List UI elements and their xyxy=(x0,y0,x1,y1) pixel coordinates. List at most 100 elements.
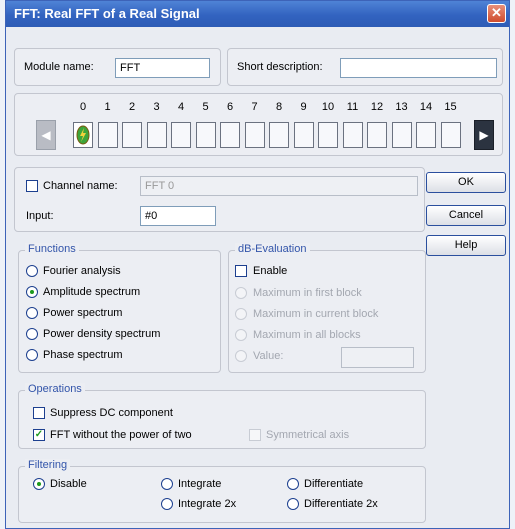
filter-integrate-label: Integrate xyxy=(178,478,222,490)
channel-slot[interactable] xyxy=(220,122,240,148)
channel-number: 12 xyxy=(370,101,384,113)
channel-number: 8 xyxy=(275,101,283,113)
db-option-label: Maximum in all blocks xyxy=(253,329,361,341)
input-field[interactable]: #0 xyxy=(140,206,216,226)
function-label: Power density spectrum xyxy=(43,328,161,340)
channel-slot[interactable] xyxy=(416,122,436,148)
short-description-input[interactable] xyxy=(340,58,497,78)
channel-name-checkbox[interactable] xyxy=(26,180,38,192)
channel-number: 5 xyxy=(202,101,209,113)
arrow-right-icon: ▶ xyxy=(479,128,489,142)
filter-differentiate-label: Differentiate xyxy=(304,478,364,490)
channel-number: 0 xyxy=(79,101,87,113)
channel-number: 11 xyxy=(346,101,359,113)
scroll-left-button[interactable]: ◀ xyxy=(36,120,56,150)
function-label: Power spectrum xyxy=(43,307,123,319)
channel-number: 10 xyxy=(321,101,335,113)
function-radio[interactable] xyxy=(26,328,38,340)
symmetrical-axis-checkbox[interactable] xyxy=(249,429,261,441)
fft-without-power-label: FFT without the power of two xyxy=(50,429,192,441)
dialog-window: FFT: Real FFT of a Real Signal ✕ Module … xyxy=(5,0,510,529)
filter-differentiate2x-label: Differentiate 2x xyxy=(304,498,378,510)
channel-slot[interactable] xyxy=(318,122,338,148)
channel-slot[interactable] xyxy=(97,122,118,148)
db-enable-checkbox[interactable] xyxy=(235,265,247,277)
module-name-label: Module name: xyxy=(24,61,94,73)
channel-number: 3 xyxy=(153,101,160,113)
db-value-input[interactable] xyxy=(341,347,414,368)
db-option-label: Maximum in first block xyxy=(253,287,362,299)
title-bar: FFT: Real FFT of a Real Signal ✕ xyxy=(6,1,509,27)
channel-slot[interactable] xyxy=(122,122,142,148)
channel-slot[interactable] xyxy=(367,122,387,148)
db-option-radio[interactable] xyxy=(235,287,247,299)
channel-slot[interactable] xyxy=(73,122,93,148)
close-icon: ✕ xyxy=(491,5,502,20)
channel-name-label: Channel name: xyxy=(43,180,118,192)
channel-number: 14 xyxy=(419,101,433,113)
functions-title: Functions xyxy=(25,243,79,255)
function-radio[interactable] xyxy=(26,286,38,298)
short-description-panel: Short description: xyxy=(227,48,503,86)
db-option-label: Maximum in current block xyxy=(253,308,379,320)
channel-number: 15 xyxy=(444,101,457,113)
channel-slot[interactable] xyxy=(146,122,167,148)
fft-without-power-checkbox[interactable]: ✓ xyxy=(33,429,45,441)
db-option-radio[interactable] xyxy=(235,308,247,320)
channel-number: 1 xyxy=(104,101,111,113)
filtering-group xyxy=(18,466,426,523)
channel-active-icon xyxy=(76,125,90,145)
function-label: Fourier analysis xyxy=(43,265,121,277)
channel-number: 6 xyxy=(226,101,234,113)
db-evaluation-title: dB-Evaluation xyxy=(235,243,310,255)
close-button[interactable]: ✕ xyxy=(487,4,506,23)
filter-disable-radio[interactable] xyxy=(33,478,45,490)
channel-slot[interactable] xyxy=(244,122,265,148)
filter-integrate2x-label: Integrate 2x xyxy=(178,498,237,510)
channel-panel: Channel name: FFT 0 Input: #0 xyxy=(14,167,425,232)
function-label: Phase spectrum xyxy=(43,349,123,361)
module-name-panel: Module name: FFT xyxy=(14,48,221,86)
channel-number: 2 xyxy=(128,101,136,113)
arrow-left-icon: ◀ xyxy=(41,128,51,142)
filter-differentiate2x-radio[interactable] xyxy=(287,498,299,510)
suppress-dc-checkbox[interactable] xyxy=(33,407,45,419)
filter-differentiate-radio[interactable] xyxy=(287,478,299,490)
db-enable-label: Enable xyxy=(253,265,288,277)
filtering-title: Filtering xyxy=(25,459,71,471)
window-title: FFT: Real FFT of a Real Signal xyxy=(14,6,200,21)
db-option-label: Value: xyxy=(253,350,284,362)
channel-number: 9 xyxy=(300,101,307,113)
db-option-radio[interactable] xyxy=(235,350,247,362)
operations-title: Operations xyxy=(25,383,85,395)
scroll-right-button[interactable]: ▶ xyxy=(474,120,494,150)
filter-disable-label: Disable xyxy=(50,478,87,490)
channel-slot[interactable] xyxy=(391,122,412,148)
channel-name-input[interactable]: FFT 0 xyxy=(140,176,418,196)
filter-integrate2x-radio[interactable] xyxy=(161,498,173,510)
symmetrical-axis-label: Symmetrical axis xyxy=(266,429,350,441)
cancel-button[interactable]: Cancel xyxy=(426,205,506,226)
function-radio[interactable] xyxy=(26,349,38,361)
channel-number: 7 xyxy=(251,101,258,113)
channel-number: 13 xyxy=(395,101,408,113)
checkmark-icon: ✓ xyxy=(34,429,44,440)
ok-button[interactable]: OK xyxy=(426,172,506,193)
help-button[interactable]: Help xyxy=(426,235,506,256)
channel-slot[interactable] xyxy=(269,122,289,148)
channel-slot[interactable] xyxy=(195,122,216,148)
filter-integrate-radio[interactable] xyxy=(161,478,173,490)
channel-slot[interactable] xyxy=(293,122,314,148)
short-description-label: Short description: xyxy=(237,61,323,73)
module-name-input[interactable]: FFT xyxy=(115,58,210,78)
suppress-dc-label: Suppress DC component xyxy=(50,407,173,419)
function-label: Amplitude spectrum xyxy=(43,286,141,298)
channel-slot[interactable] xyxy=(440,122,461,148)
input-label: Input: xyxy=(26,210,54,222)
function-radio[interactable] xyxy=(26,265,38,277)
db-option-radio[interactable] xyxy=(235,329,247,341)
channel-number: 4 xyxy=(177,101,185,113)
channel-slot[interactable] xyxy=(171,122,191,148)
channel-slot[interactable] xyxy=(342,122,363,148)
function-radio[interactable] xyxy=(26,307,38,319)
